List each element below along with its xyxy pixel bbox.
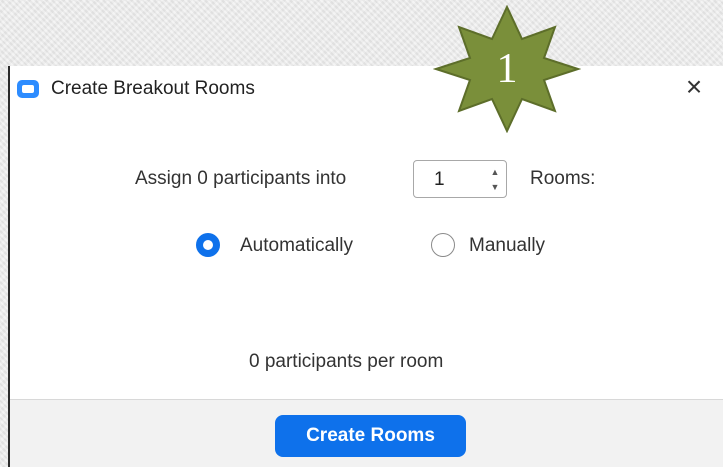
create-breakout-rooms-dialog: Create Breakout Rooms × Assign 0 partici…: [8, 66, 723, 467]
assign-row: Assign 0 participants into 1 ▲ ▼ Rooms:: [10, 160, 723, 200]
close-button[interactable]: ×: [679, 72, 709, 102]
rooms-label: Rooms:: [530, 168, 596, 189]
dialog-title: Create Breakout Rooms: [51, 78, 255, 99]
zoom-app-icon: [17, 80, 39, 98]
assignment-mode-group: Automatically Manually: [10, 230, 723, 262]
step-number-badge: 1: [432, 4, 582, 134]
rooms-count-value[interactable]: 1: [434, 169, 445, 191]
assign-label: Assign 0 participants into: [135, 168, 347, 189]
badge-number: 1: [496, 46, 518, 92]
automatically-label[interactable]: Automatically: [240, 235, 353, 257]
title-bar: Create Breakout Rooms ×: [10, 66, 723, 112]
manually-radio[interactable]: [431, 233, 455, 257]
participants-per-room-text: 0 participants per room: [249, 351, 444, 372]
spinner-up-icon[interactable]: ▲: [488, 165, 502, 179]
create-rooms-button[interactable]: Create Rooms: [275, 415, 466, 457]
rooms-count-spinner[interactable]: 1 ▲ ▼: [413, 160, 507, 198]
dialog-footer: Create Rooms: [10, 399, 723, 467]
manually-label[interactable]: Manually: [469, 235, 545, 257]
automatically-radio[interactable]: [196, 233, 220, 257]
spinner-down-icon[interactable]: ▼: [488, 180, 502, 194]
